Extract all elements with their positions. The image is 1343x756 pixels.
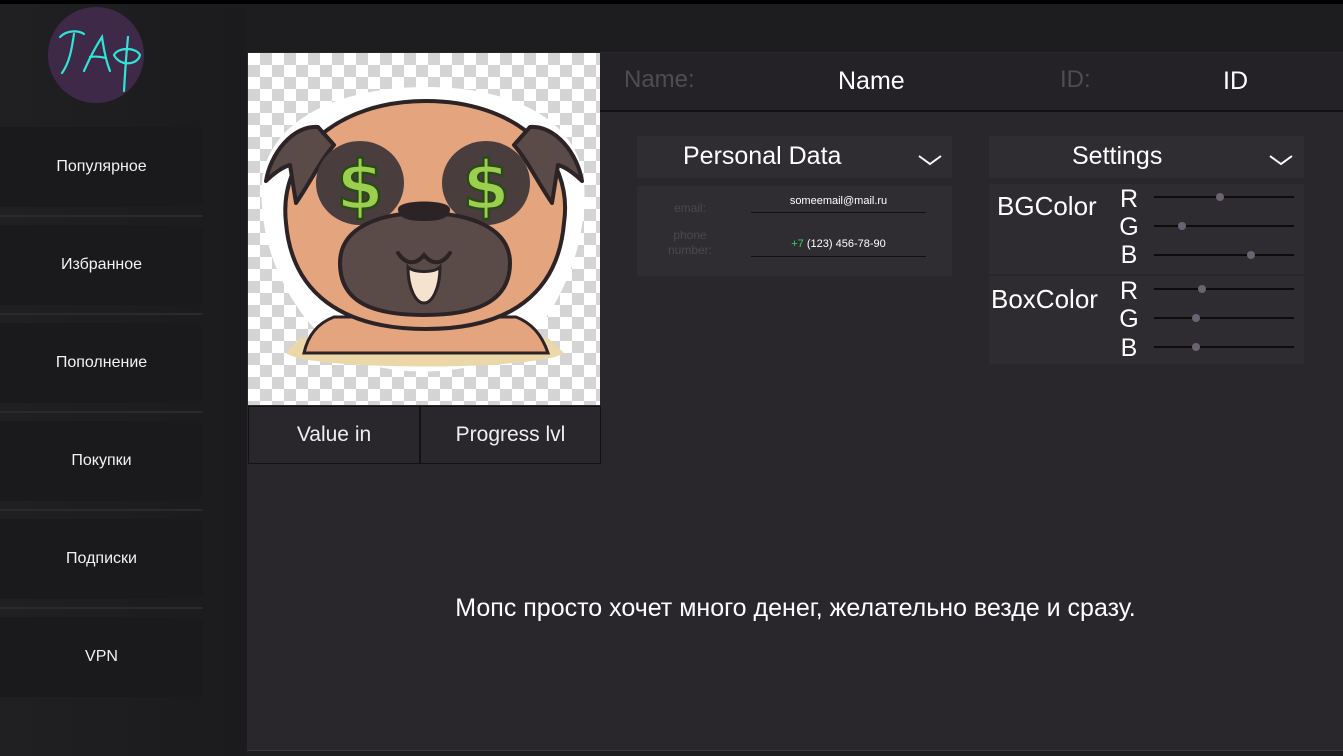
settings-title: Settings: [1072, 142, 1163, 170]
box-b-label: B: [1120, 334, 1138, 362]
phone-field[interactable]: +7 (123) 456-78-90: [751, 238, 926, 250]
sidebar-divider: [0, 509, 203, 511]
phone-country-code: +7: [791, 238, 804, 250]
sidebar-divider: [0, 215, 203, 217]
progress-lvl-box[interactable]: Progress lvl: [420, 406, 601, 464]
phone-label-line-1: phone: [673, 228, 707, 242]
sidebar-divider: [0, 607, 203, 609]
sidebar-divider: [0, 411, 203, 413]
id-label: ID:: [1060, 66, 1091, 93]
sidebar-item-label: Избранное: [60, 256, 143, 273]
bg-b-slider[interactable]: [1154, 251, 1294, 259]
bg-r-label: R: [1119, 185, 1139, 213]
boxcolor-label: BoxColor: [991, 284, 1098, 314]
description-text: Мопс просто хочет много денег, желательн…: [455, 594, 1136, 622]
box-r-slider[interactable]: [1154, 285, 1294, 293]
slider-thumb[interactable]: [1215, 193, 1224, 201]
slider-thumb[interactable]: [1192, 343, 1200, 351]
bg-g-slider[interactable]: [1154, 222, 1294, 230]
name-label: Name:: [624, 66, 695, 93]
bgcolor-label: BGColor: [997, 191, 1097, 221]
personal-data-title: Personal Data: [683, 142, 842, 170]
slider-thumb[interactable]: [1178, 222, 1186, 230]
slider-thumb[interactable]: [1246, 251, 1255, 259]
email-underline: [751, 212, 926, 213]
progress-lvl-label: Progress lvl: [455, 423, 566, 446]
sidebar-item-label: VPN: [85, 648, 118, 665]
logo: [48, 7, 144, 103]
sidebar-item-label: Пополнение: [55, 354, 148, 371]
phone-label-line-2: number:: [667, 243, 713, 257]
email-label: email:: [673, 201, 706, 215]
sidebar-item-purchases[interactable]: Покупки: [0, 421, 203, 501]
personal-data-dropdown[interactable]: Personal Data: [637, 136, 952, 178]
sidebar-item-label: Покупки: [71, 452, 132, 469]
pug-sticker-image: $ $: [261, 87, 585, 372]
sidebar-item-label: Популярное: [56, 158, 147, 175]
sidebar-item-vpn[interactable]: VPN: [0, 617, 203, 697]
bg-b-label: B: [1120, 241, 1138, 269]
svg-text:$: $: [336, 147, 383, 226]
bg-r-slider[interactable]: [1154, 193, 1294, 201]
box-g-label: G: [1119, 305, 1139, 333]
slider-thumb[interactable]: [1197, 285, 1206, 293]
sidebar-item-favorites[interactable]: Избранное: [0, 225, 203, 305]
box-r-label: R: [1119, 277, 1139, 305]
phone-number-value: (123) 456-78-90: [806, 238, 886, 250]
sidebar-item-popular[interactable]: Популярное: [0, 127, 203, 207]
id-value: ID: [1223, 67, 1248, 95]
avatar[interactable]: $ $: [248, 53, 600, 405]
chevron-down-icon: [1269, 155, 1293, 166]
svg-text:$: $: [462, 147, 509, 226]
value-in-box[interactable]: Value in: [248, 406, 420, 464]
value-in-label: Value in: [296, 423, 372, 446]
sidebar-item-topup[interactable]: Пополнение: [0, 323, 203, 403]
sidebar-item-subscriptions[interactable]: Подписки: [0, 519, 203, 599]
box-b-slider[interactable]: [1154, 343, 1294, 351]
box-g-slider[interactable]: [1154, 314, 1294, 322]
sidebar-item-label: Подписки: [66, 550, 137, 567]
chevron-down-icon: [918, 155, 942, 166]
name-value: Name: [838, 67, 905, 95]
phone-underline: [751, 256, 926, 257]
phone-label: phone number:: [650, 228, 730, 258]
email-field[interactable]: someemail@mail.ru: [751, 195, 926, 207]
settings-dropdown[interactable]: Settings: [989, 136, 1304, 178]
bg-g-label: G: [1119, 213, 1139, 241]
slider-thumb[interactable]: [1192, 314, 1200, 322]
logo-monogram-icon: [58, 30, 142, 93]
sidebar-divider: [0, 313, 203, 315]
